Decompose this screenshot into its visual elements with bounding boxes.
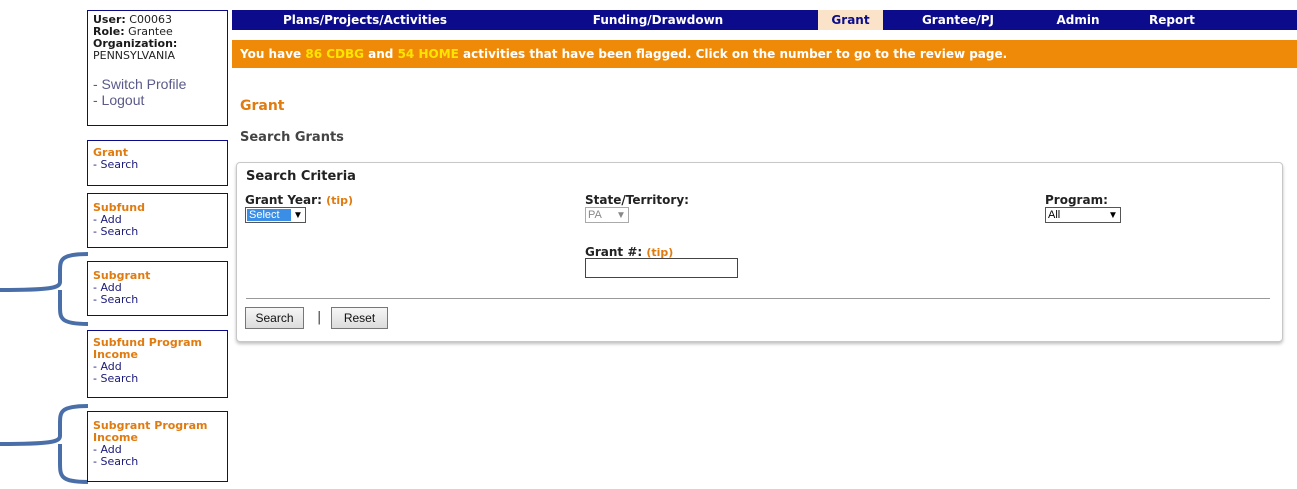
grant-year-selected-value: Select <box>247 209 291 221</box>
nav-grant[interactable]: Grant <box>818 10 883 30</box>
search-button[interactable]: Search <box>245 307 304 329</box>
cdbg-count-link[interactable]: 86 CDBG <box>305 47 364 61</box>
bracket-annotation-subgrant <box>0 252 89 326</box>
nav-funding-drawdown[interactable]: Funding/Drawdown <box>498 10 818 30</box>
sidebar-subfund-search[interactable]: - Search <box>93 226 222 238</box>
sidebar-section-subgrant: Subgrant - Add - Search <box>87 261 228 316</box>
nav-report[interactable]: Report <box>1123 10 1297 30</box>
alert-suffix: activities that have been flagged. Click… <box>458 47 1008 61</box>
grant-year-label-text: Grant Year: <box>245 193 322 207</box>
grant-number-label-text: Grant #: <box>585 245 643 259</box>
state-territory-value: PA <box>588 209 602 221</box>
nav-grantee-pj[interactable]: Grantee/PJ <box>883 10 1033 30</box>
state-territory-select: PA ▼ <box>585 207 629 223</box>
reset-button[interactable]: Reset <box>331 307 388 329</box>
organization-value: PENNSYLVANIA <box>93 49 176 62</box>
bracket-annotation-subgrant-program-income <box>0 404 89 484</box>
alert-prefix: You have <box>240 47 306 61</box>
panel-divider <box>246 298 1270 299</box>
flagged-activities-alert: You have 86 CDBG and 54 HOME activities … <box>232 40 1297 68</box>
sidebar-subgrant-search[interactable]: - Search <box>93 294 222 306</box>
page-subtitle: Search Grants <box>240 130 344 145</box>
program-label: Program: <box>1045 193 1108 207</box>
sidebar-section-subfund-program-income: Subfund Program Income - Add - Search <box>87 330 228 398</box>
alert-mid: and <box>363 47 398 61</box>
chevron-down-icon: ▼ <box>1108 209 1118 221</box>
search-criteria-panel: Search Criteria Grant Year: (tip) Select… <box>236 162 1283 342</box>
grant-year-tip-link[interactable]: (tip) <box>326 194 353 207</box>
sidebar-section-grant: Grant - Search <box>87 140 228 186</box>
sidebar-section-subgrant-program-income: Subgrant Program Income - Add - Search <box>87 411 228 482</box>
nav-admin[interactable]: Admin <box>1033 10 1123 30</box>
state-territory-label: State/Territory: <box>585 193 689 207</box>
sidebar-subgrant-pi-search[interactable]: - Search <box>93 456 222 468</box>
chevron-down-icon: ▼ <box>616 209 626 221</box>
sidebar-grant-search[interactable]: - Search <box>93 159 222 171</box>
grant-number-input[interactable] <box>585 258 738 278</box>
page-title: Grant <box>240 98 285 114</box>
top-navigation: Plans/Projects/Activities Funding/Drawdo… <box>232 10 1297 30</box>
program-selected-value: All <box>1048 209 1061 221</box>
home-count-link[interactable]: 54 HOME <box>398 47 459 61</box>
sidebar-subfund-pi-search[interactable]: - Search <box>93 373 222 385</box>
button-separator: | <box>317 310 322 325</box>
chevron-down-icon: ▼ <box>293 209 303 221</box>
program-select[interactable]: All ▼ <box>1045 207 1121 223</box>
grant-number-label: Grant #: (tip) <box>585 245 673 259</box>
left-margin <box>0 0 89 489</box>
switch-profile-link[interactable]: - Switch Profile <box>93 76 222 92</box>
panel-title: Search Criteria <box>246 169 356 184</box>
logout-link[interactable]: - Logout <box>93 92 222 108</box>
nav-plans-projects-activities[interactable]: Plans/Projects/Activities <box>232 10 498 30</box>
user-info-box: User: C00063 Role: Grantee Organization:… <box>87 10 228 126</box>
grant-year-select[interactable]: Select ▼ <box>245 207 306 223</box>
sidebar-section-subfund: Subfund - Add - Search <box>87 193 228 248</box>
grant-year-label: Grant Year: (tip) <box>245 193 353 207</box>
